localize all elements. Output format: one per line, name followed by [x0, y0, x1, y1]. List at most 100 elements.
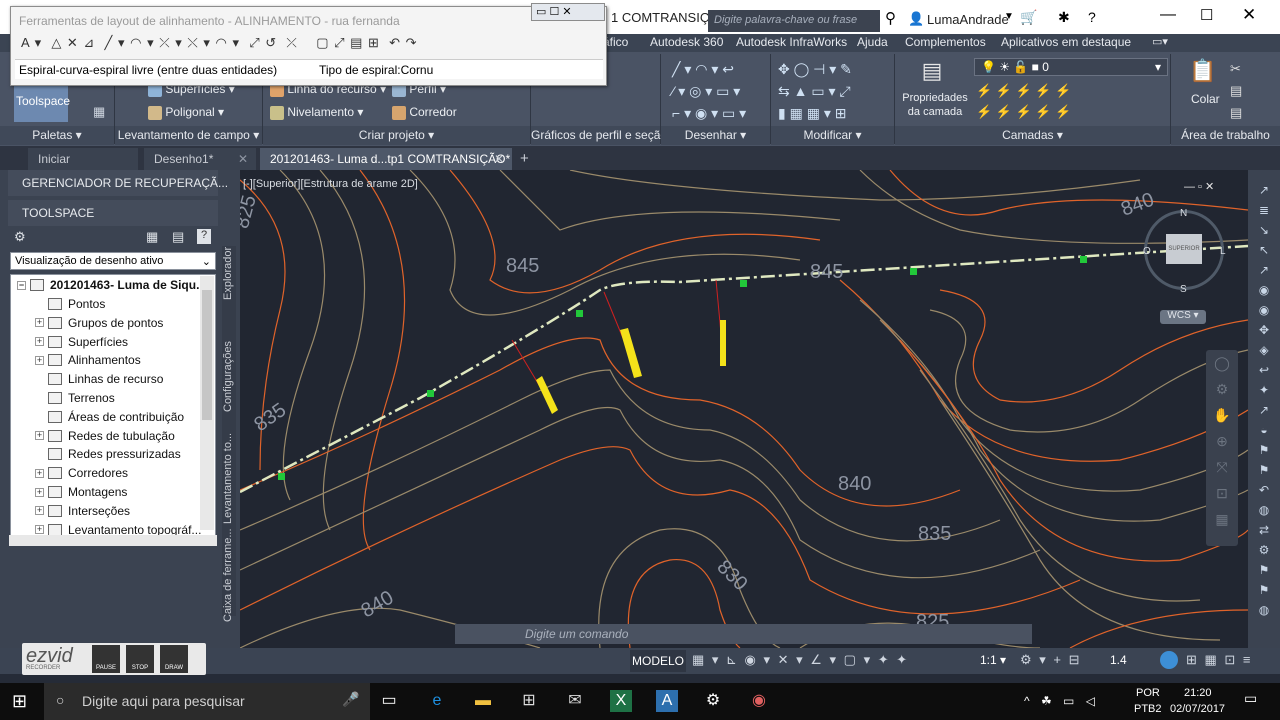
file-explorer-icon[interactable]: ▬: [472, 690, 494, 712]
keyboard-layout[interactable]: PTB2: [1134, 703, 1162, 715]
drawing-canvas[interactable]: 845 845 840 835 840 835 830 840 825 825 …: [240, 170, 1248, 648]
user-icon[interactable]: 👤: [908, 11, 924, 27]
tree-item[interactable]: +Pontos: [35, 295, 105, 313]
tab-desenho1[interactable]: Desenho1* ✕: [144, 148, 256, 170]
close-button[interactable]: ✕: [1242, 5, 1256, 25]
system-tray[interactable]: ^ ☘ ▭ ◁: [1024, 694, 1099, 708]
grading-button[interactable]: Nivelamento ▾: [270, 105, 363, 120]
tree-item[interactable]: + Superfícies: [35, 333, 128, 351]
alignment-layout-toolbar[interactable]: Ferramentas de layout de alinhamento - A…: [10, 3, 607, 86]
exchange-icon[interactable]: ✱: [1058, 9, 1070, 26]
panel-modificar[interactable]: Modificar ▾: [771, 126, 894, 145]
annotation-scale[interactable]: 1:1 ▾: [980, 653, 1006, 667]
tree-root[interactable]: −201201463- Luma de Siqu...: [17, 276, 206, 294]
panel-graficos[interactable]: Gráficos de perfil e seção: [531, 126, 667, 145]
lineweight-value[interactable]: 1.4: [1110, 653, 1127, 667]
status-tools[interactable]: ⚙ ▾ + ⊟: [1020, 652, 1082, 668]
ribbon-options-icon[interactable]: ▭▾: [1152, 35, 1168, 48]
expand-icon[interactable]: +: [35, 431, 44, 441]
toolspace-view-icon[interactable]: ▤: [172, 229, 184, 245]
tree-item[interactable]: +Áreas de contribuição: [35, 408, 184, 426]
clipboard-tools[interactable]: ✂ ▤ ▤: [1230, 58, 1250, 124]
modify-tools[interactable]: ✥ ◯ ⊣ ▾ ✎ ⇆ ▲ ▭ ▾ ⤢ ▮ ▦ ▦ ▾ ⊞: [778, 58, 890, 124]
toolspace-header[interactable]: TOOLSPACE: [8, 200, 218, 226]
expand-icon[interactable]: +: [35, 487, 44, 497]
expand-icon[interactable]: +: [35, 355, 44, 365]
autocad-icon[interactable]: A: [656, 690, 678, 712]
tree-item[interactable]: + Corredores: [35, 464, 128, 482]
expand-icon[interactable]: +: [35, 525, 44, 535]
tree-item[interactable]: +Terrenos: [35, 389, 115, 407]
maximize-button[interactable]: ☐: [1200, 6, 1213, 24]
toolspace-tool-icon[interactable]: ▦: [146, 229, 158, 245]
pause-button[interactable]: PAUSE: [92, 645, 120, 673]
layer-properties-label2[interactable]: da camada: [900, 106, 970, 118]
cart-icon[interactable]: 🛒: [1020, 9, 1037, 26]
toolspace-settings-icon[interactable]: ⚙: [14, 229, 26, 245]
language-indicator[interactable]: POR: [1136, 687, 1160, 699]
layer-tools[interactable]: ⚡ ⚡ ⚡ ⚡ ⚡ ⚡ ⚡ ⚡ ⚡ ⚡: [976, 80, 1086, 124]
paste-icon[interactable]: 📋: [1188, 58, 1218, 88]
navigation-bar[interactable]: ◯ ⚙ ✋ ⊕ ⤧ ⊡ ▦: [1206, 350, 1238, 546]
toolbar-icons[interactable]: A ▾ △ ✕ ⊿ ╱ ▾ ◠ ▾ ⤫ ▾ ⤬ ▾ ◠ ▾ ⤢ ↺ ⤫ ▢ ⤢ …: [17, 33, 607, 57]
tab-active-drawing[interactable]: 201201463- Luma d...tp1 COMTRANSIÇÃO* ✕: [260, 148, 512, 170]
clock-time[interactable]: 21:20: [1184, 687, 1212, 699]
tree-scroll-thumb[interactable]: [202, 290, 212, 420]
windows-start-icon[interactable]: ⊞: [12, 691, 27, 712]
view-select[interactable]: Visualização de desenho ativo ⌄: [10, 252, 216, 270]
status-end-icons[interactable]: ⊞ ▦ ⊡ ≡: [1186, 652, 1253, 668]
search-input[interactable]: Digite palavra-chave ou frase: [708, 10, 880, 32]
ribbon-tab-infraworks[interactable]: Autodesk InfraWorks: [736, 35, 847, 49]
compass-north[interactable]: N: [1180, 208, 1187, 219]
viewport-controls[interactable]: — ▫ ✕: [1184, 180, 1214, 193]
properties-icon[interactable]: ▦: [93, 104, 105, 120]
excel-icon[interactable]: X: [610, 690, 632, 712]
expand-icon[interactable]: +: [35, 468, 44, 478]
layer-properties-icon[interactable]: ▤: [906, 58, 958, 88]
minimize-button[interactable]: —: [1160, 6, 1176, 24]
tree-item[interactable]: +Linhas de recurso: [35, 370, 163, 388]
expand-icon[interactable]: +: [35, 337, 44, 347]
taskbar-search[interactable]: ○ Digite aqui para pesquisar 🎤: [44, 683, 370, 720]
model-space-button[interactable]: MODELO: [630, 650, 686, 672]
new-tab-button[interactable]: +: [520, 150, 529, 167]
compass-south[interactable]: S: [1180, 284, 1187, 295]
vtab-caixa[interactable]: Caixa de ferrame...: [222, 528, 234, 622]
ribbon-tab-autodesk360[interactable]: Autodesk 360: [650, 35, 723, 49]
chevron-down-icon[interactable]: ▼: [1004, 11, 1014, 22]
vtab-configuracoes[interactable]: Configurações: [222, 341, 234, 412]
tree-item[interactable]: + Alinhamentos: [35, 351, 141, 369]
panel-levantamento[interactable]: Levantamento de campo ▾: [115, 126, 262, 145]
tree-hscrollbar[interactable]: [9, 535, 217, 546]
notifications-icon[interactable]: ▭: [1244, 690, 1257, 707]
vtab-explorador[interactable]: Explorador: [222, 247, 234, 300]
store-icon[interactable]: ⊞: [518, 690, 540, 712]
ribbon-tab-aplicativos[interactable]: Aplicativos em destaque: [1001, 35, 1131, 49]
panel-camadas[interactable]: Camadas ▾: [895, 126, 1170, 145]
compass-west[interactable]: O: [1143, 246, 1151, 257]
right-toolbar-icons[interactable]: ↗ ≣ ↘ ↖ ↗ ◉ ◉ ✥ ◈ ↩ ✦ ↗ ◒ ⚑ ⚑ ↶ ◍ ⇄ ⚙ ⚑ ⚑ ◍: [1248, 170, 1280, 620]
user-name[interactable]: LumaAndrade: [927, 12, 1009, 27]
wcs-menu[interactable]: WCS ▾: [1160, 310, 1206, 324]
tree-item[interactable]: + Grupos de pontos: [35, 314, 163, 332]
expand-icon[interactable]: +: [35, 506, 44, 516]
panel-paletas[interactable]: Paletas ▾: [0, 126, 114, 145]
toolbar-window-controls[interactable]: ▭ ☐ ✕: [531, 3, 605, 21]
corridor-button[interactable]: Corredor: [392, 105, 457, 120]
tree-item[interactable]: + Montagens: [35, 483, 127, 501]
layer-dropdown[interactable]: 💡 ☀ 🔓 ■ 0 ▾: [974, 58, 1168, 76]
paint-icon[interactable]: ◉: [748, 690, 770, 712]
edge-icon[interactable]: e: [426, 690, 448, 712]
layer-properties-label[interactable]: Propriedades: [900, 92, 970, 104]
traverse-button[interactable]: Poligonal ▾: [148, 105, 224, 120]
panel-area-trabalho[interactable]: Área de trabalho: [1171, 126, 1280, 145]
status-toggles[interactable]: ▦ ▾ ⊾ ◉ ▾ ✕ ▾ ∠ ▾ ▢ ▾ ✦ ✦: [692, 652, 909, 668]
stop-button[interactable]: STOP: [126, 645, 154, 673]
toolspace-button[interactable]: Toolspace: [14, 86, 70, 122]
help-icon[interactable]: ?: [1088, 9, 1096, 25]
panel-criar-projeto[interactable]: Criar projeto ▾: [263, 126, 530, 145]
tree-item[interactable]: + Redes de tubulação: [35, 427, 175, 445]
vtab-levantamento[interactable]: Levantamento to...: [222, 433, 234, 524]
isolate-icon[interactable]: [1160, 651, 1178, 669]
viewport-label[interactable]: [-][Superior][Estrutura de arame 2D]: [243, 178, 418, 190]
